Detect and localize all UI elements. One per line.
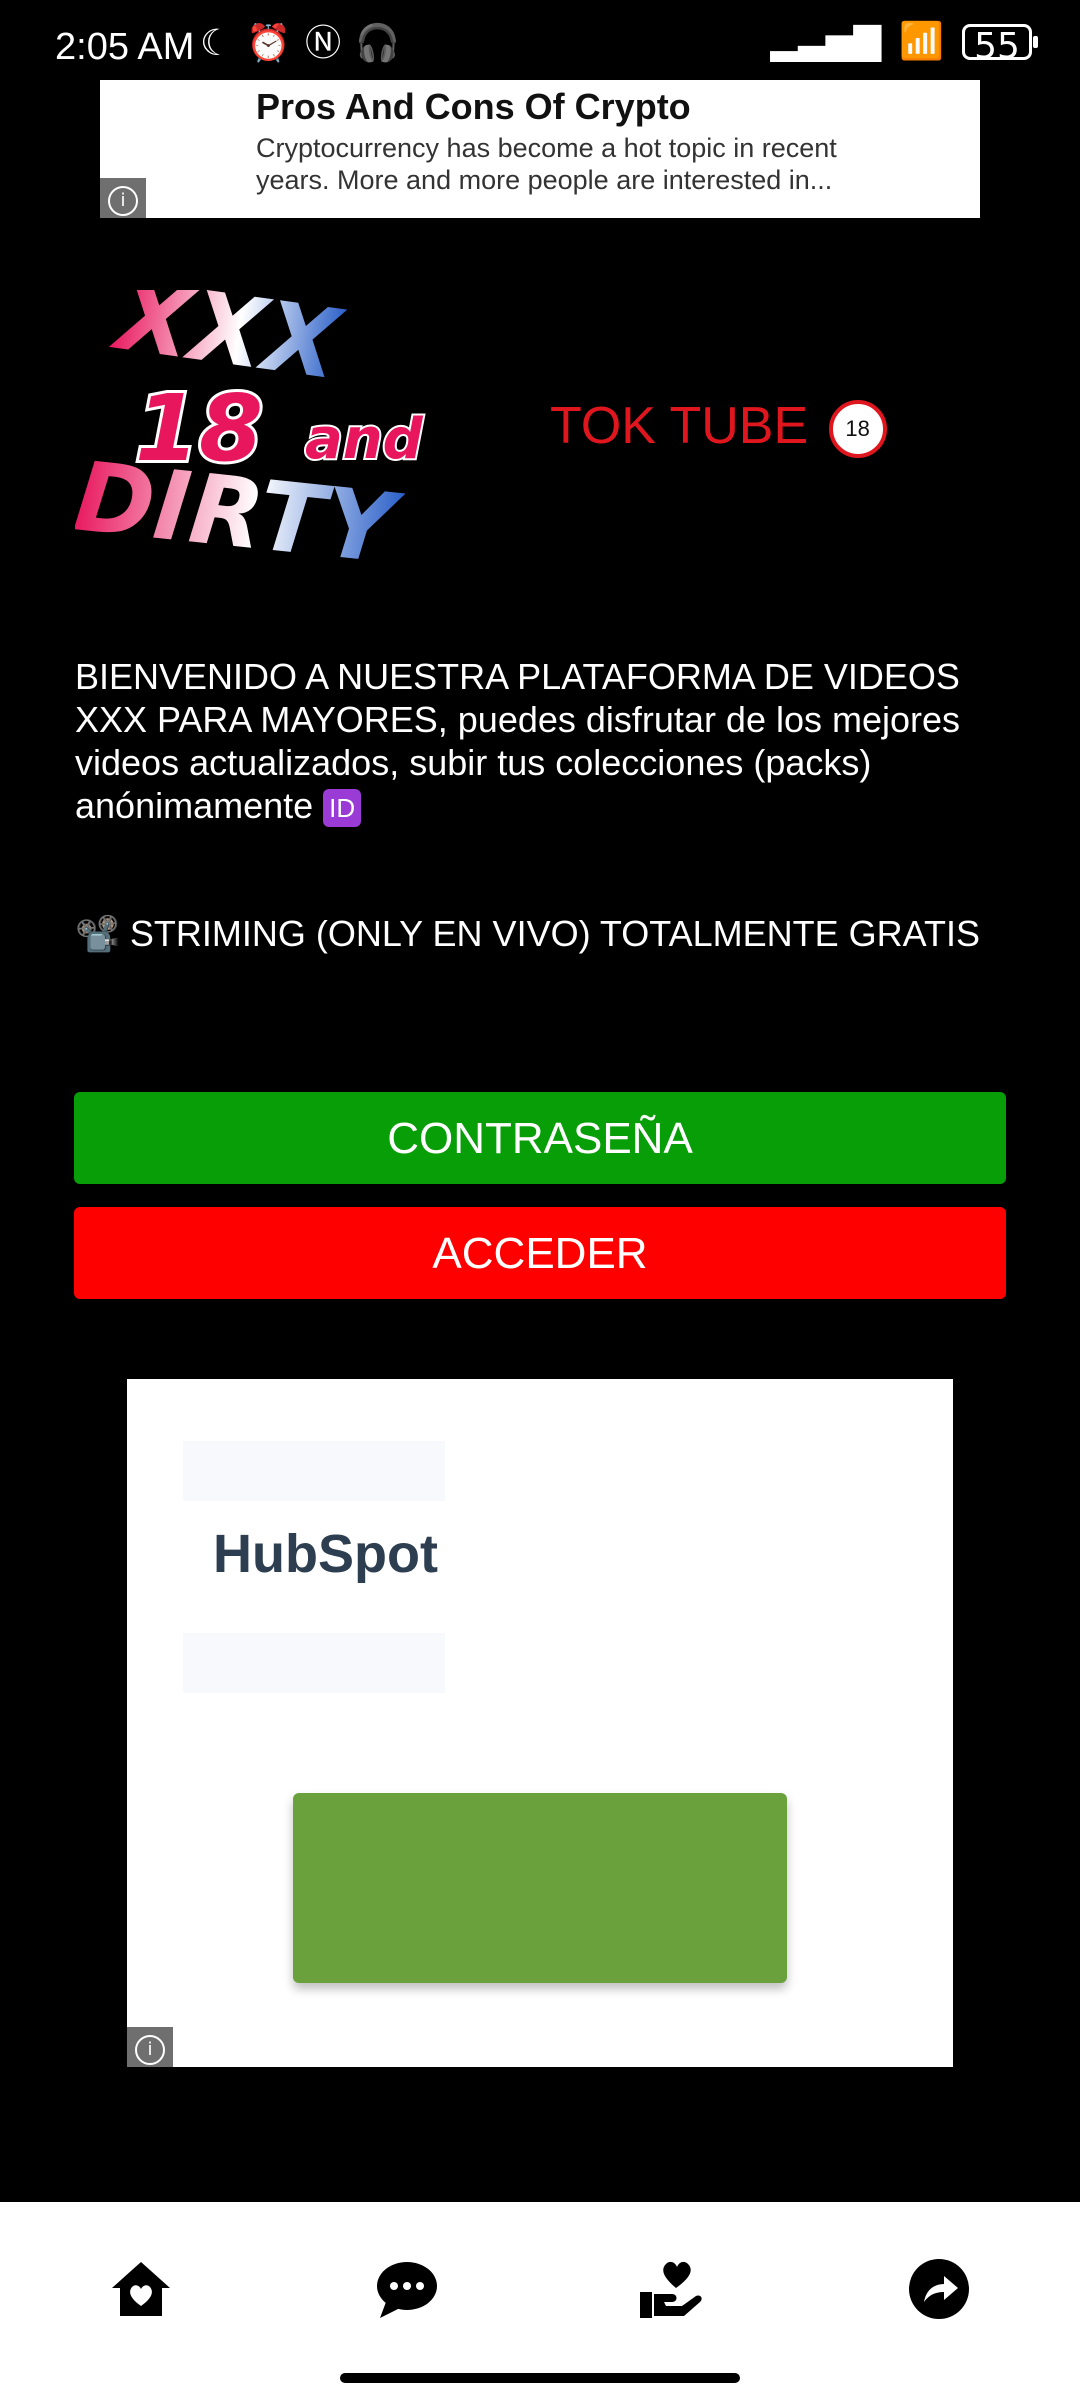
streaming-label: STRIMING (ONLY EN VIVO) TOTALMENTE GRATI… <box>129 913 980 954</box>
bottom-ad-banner[interactable]: HubSpot i <box>127 1379 953 2067</box>
ad-description[interactable]: Cryptocurrency has become a hot topic in… <box>256 132 896 196</box>
ad-cta-button[interactable] <box>293 1793 787 1983</box>
logo-18: 18 <box>135 375 263 482</box>
logo-and: and <box>305 407 424 472</box>
film-projector-icon: 📽️ <box>75 913 120 954</box>
app-title: TOK TUBE 18 <box>550 396 887 459</box>
status-icons-right: ▂▃▅▇ 📶 55 <box>770 21 1038 67</box>
moon-icon: ☾ <box>200 23 233 64</box>
signal-icon: ▂▃▅▇ <box>770 21 882 62</box>
donate-icon[interactable] <box>636 2254 706 2324</box>
info-icon[interactable]: i <box>127 2027 173 2067</box>
alarm-icon: ⏰ <box>246 23 292 64</box>
welcome-body: BIENVENIDO A NUESTRA PLATAFORMA DE VIDEO… <box>75 656 961 826</box>
welcome-text: BIENVENIDO A NUESTRA PLATAFORMA DE VIDEO… <box>75 655 1015 828</box>
status-icons-left: ☾ ⏰ Ⓝ 🎧 <box>200 24 400 64</box>
bottom-nav <box>0 2202 1080 2400</box>
password-button[interactable]: CONTRASEÑA <box>74 1092 1006 1184</box>
under18-icon: 18 <box>828 400 887 459</box>
nfc-icon: Ⓝ <box>305 23 342 64</box>
headphones-icon: 🎧 <box>355 23 400 64</box>
hubspot-logo[interactable]: HubSpot <box>213 1523 438 1585</box>
streaming-text: 📽️ STRIMING (ONLY EN VIVO) TOTALMENTE GR… <box>75 912 1015 956</box>
home-indicator[interactable] <box>340 2373 740 2383</box>
app-title-text: TOK TUBE <box>550 397 809 455</box>
access-button[interactable]: ACCEDER <box>74 1207 1006 1299</box>
battery-icon: 55 <box>962 24 1038 67</box>
status-bar: 2:05 AM ☾ ⏰ Ⓝ 🎧 ▂▃▅▇ 📶 55 <box>0 0 1080 80</box>
wifi-icon: 📶 <box>899 21 944 62</box>
top-ad-banner[interactable]: Pros And Cons Of Crypto Cryptocurrency h… <box>100 80 980 218</box>
chat-icon[interactable] <box>372 2254 442 2324</box>
id-badge-icon: ID <box>323 789 362 828</box>
share-icon[interactable] <box>904 2254 974 2324</box>
ad-title[interactable]: Pros And Cons Of Crypto <box>256 86 691 128</box>
hubspot-logo-wrap[interactable]: HubSpot <box>183 1441 445 1693</box>
app-logo: XXX DIRTY 18 and <box>75 290 426 570</box>
info-icon[interactable]: i <box>100 178 146 218</box>
status-time: 2:05 AM <box>55 26 195 68</box>
home-icon[interactable] <box>106 2254 176 2324</box>
